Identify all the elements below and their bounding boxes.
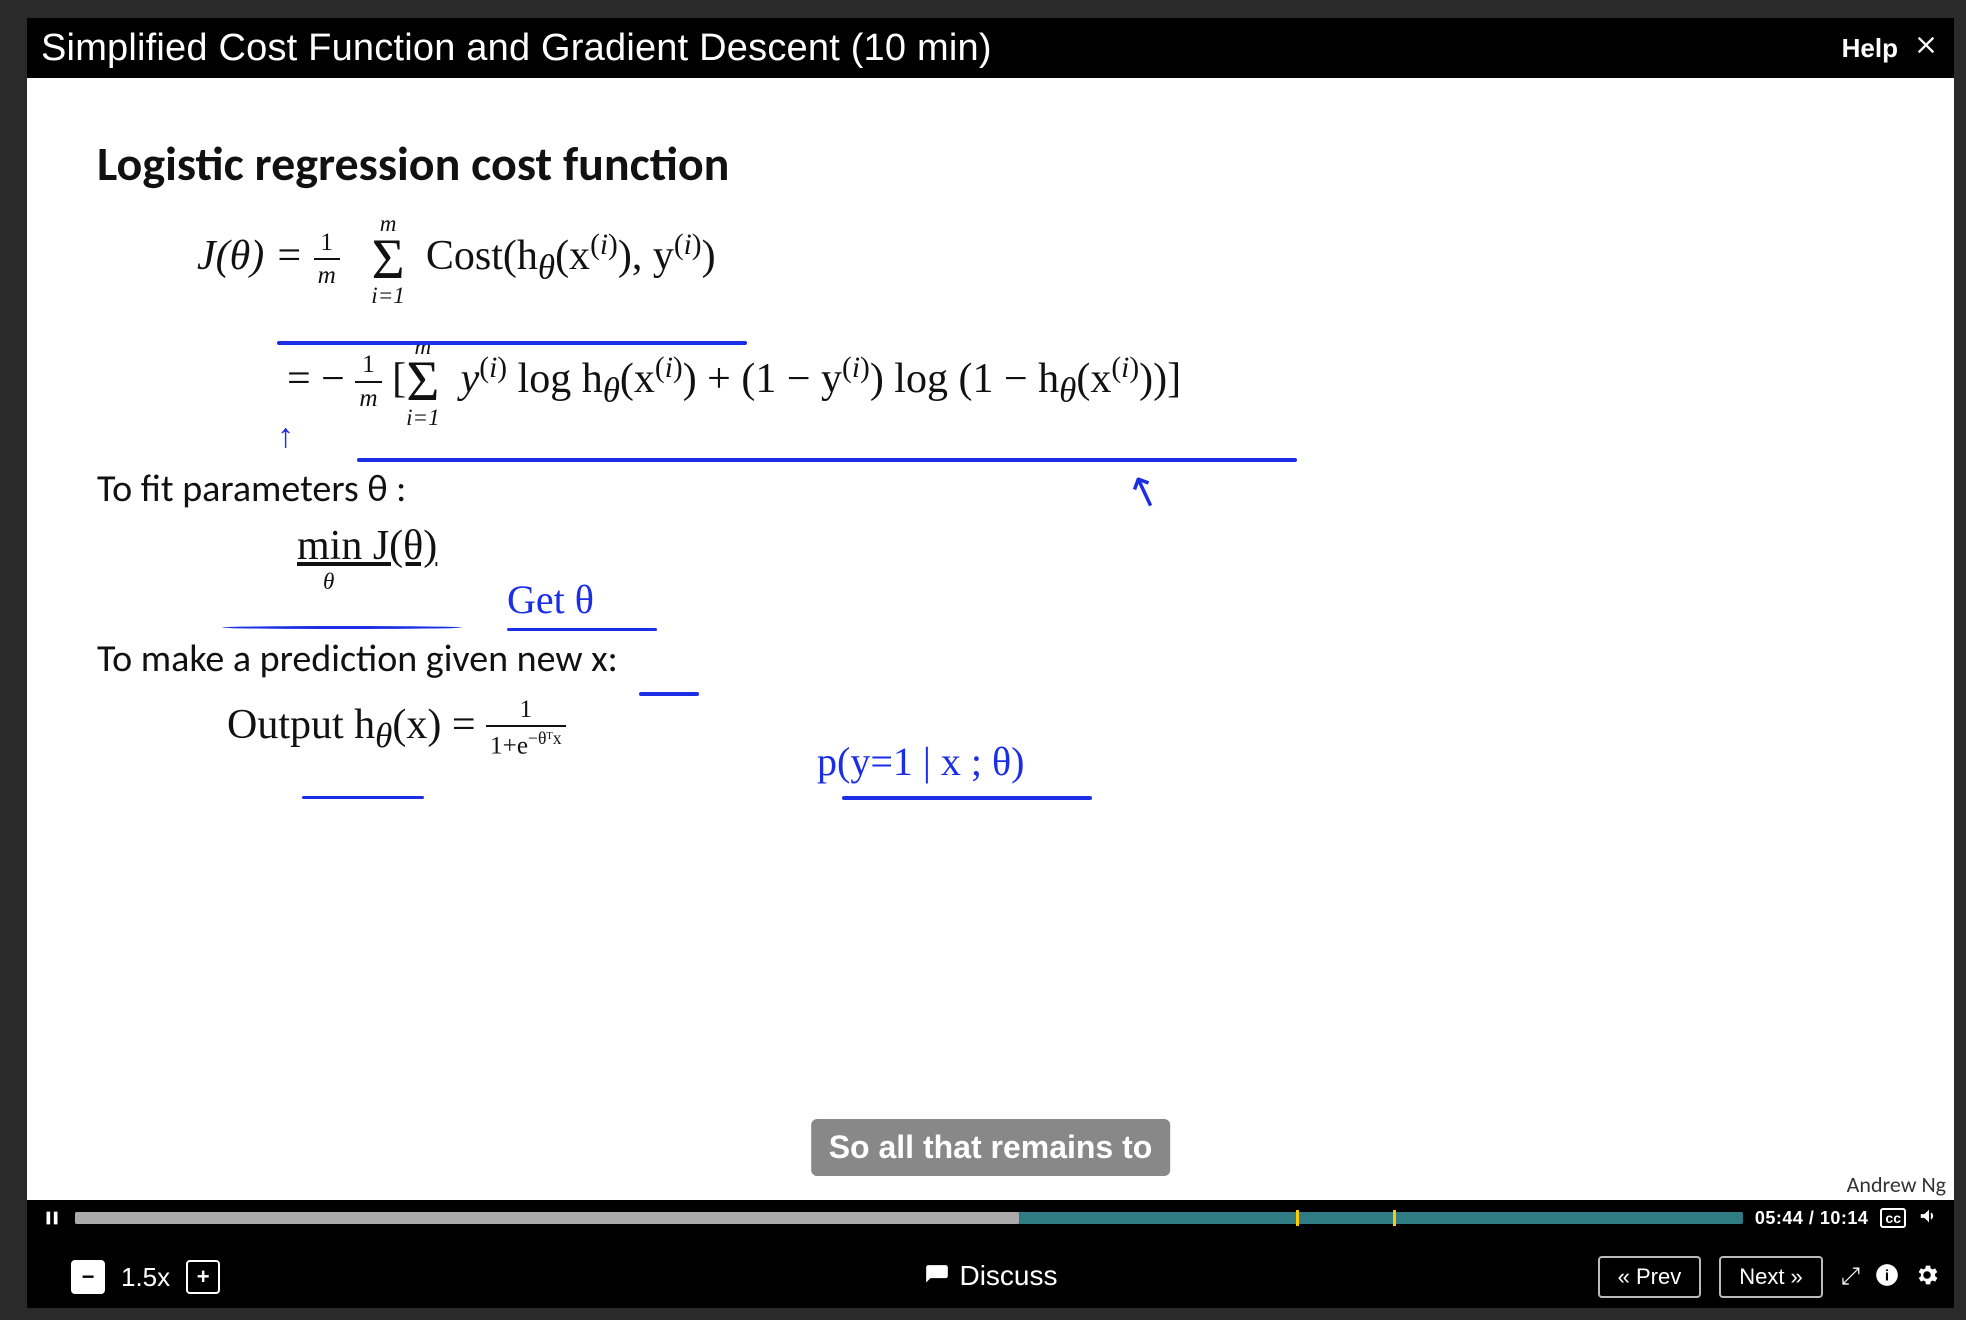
slide-content: Logistic regression cost function J(θ) =… [27,78,1954,1200]
progress-marker [1296,1210,1299,1226]
help-link[interactable]: Help [1842,33,1898,64]
annotation-get-theta: Get θ [507,576,594,623]
annotation-line [357,458,1297,462]
caption-box: So all that remains to [811,1119,1171,1176]
output-expr: Output hθ(x) = 11+e−θᵀx [227,694,1884,762]
slide-attribution: Andrew Ng [1847,1171,1946,1198]
speed-increase-button[interactable]: + [186,1260,220,1294]
discuss-link[interactable]: Discuss [923,1260,1057,1292]
fit-parameters-text: To fit parameters θ : [97,466,1884,512]
fullscreen-icon[interactable]: ⤢ [1841,1263,1860,1291]
annotation-line [277,341,747,345]
info-icon[interactable]: i [1874,1262,1900,1293]
controls-bar: 05:44 / 10:14 cc − 1.5x + Discuss « Prev… [27,1200,1954,1308]
volume-icon[interactable] [1918,1205,1940,1232]
annotation-line [222,626,462,629]
annotation-line [302,796,424,799]
next-button[interactable]: Next » [1719,1256,1823,1298]
annotation-probability: p(y=1 | x ; θ) [817,738,1024,785]
right-icons: ⤢ i [1841,1262,1940,1293]
progress-played [75,1212,1019,1224]
annotation-line [507,628,657,631]
annotation-line [842,796,1092,800]
progress-marker [1393,1210,1396,1226]
gear-icon[interactable] [1914,1262,1940,1293]
cc-toggle[interactable]: cc [1880,1208,1906,1228]
title-bar: Simplified Cost Function and Gradient De… [27,18,1954,78]
video-title: Simplified Cost Function and Gradient De… [41,27,992,70]
speed-controls: − 1.5x + [71,1260,220,1294]
speed-decrease-button[interactable]: − [71,1260,105,1294]
prev-button[interactable]: « Prev [1598,1256,1702,1298]
speed-label: 1.5x [121,1262,170,1293]
nav-group: « Prev Next » ⤢ i [1598,1256,1940,1298]
annotation-arrow: ↑ [277,418,294,456]
close-icon[interactable] [1912,31,1940,66]
video-viewport[interactable]: Logistic regression cost function J(θ) =… [27,78,1954,1200]
titlebar-right: Help [1842,31,1940,66]
slide-heading: Logistic regression cost function [97,134,1884,193]
equation-1: J(θ) = 1m mΣi=1 Cost(hθ(x(i)), y(i)) [197,213,1884,306]
progress-row: 05:44 / 10:14 cc [41,1200,1940,1236]
annotation-line [639,692,699,696]
progress-bar[interactable] [75,1212,1743,1224]
video-player: Simplified Cost Function and Gradient De… [27,18,1954,1308]
time-display: 05:44 / 10:14 [1755,1208,1869,1229]
equation-2: = − 1m [mΣi=1 y(i) log hθ(x(i)) + (1 − y… [287,336,1884,429]
pause-icon[interactable] [41,1207,63,1229]
bottom-row: − 1.5x + Discuss « Prev Next » ⤢ i [41,1256,1940,1298]
predict-text: To make a prediction given new x: [97,636,1884,682]
svg-text:i: i [1885,1267,1889,1284]
